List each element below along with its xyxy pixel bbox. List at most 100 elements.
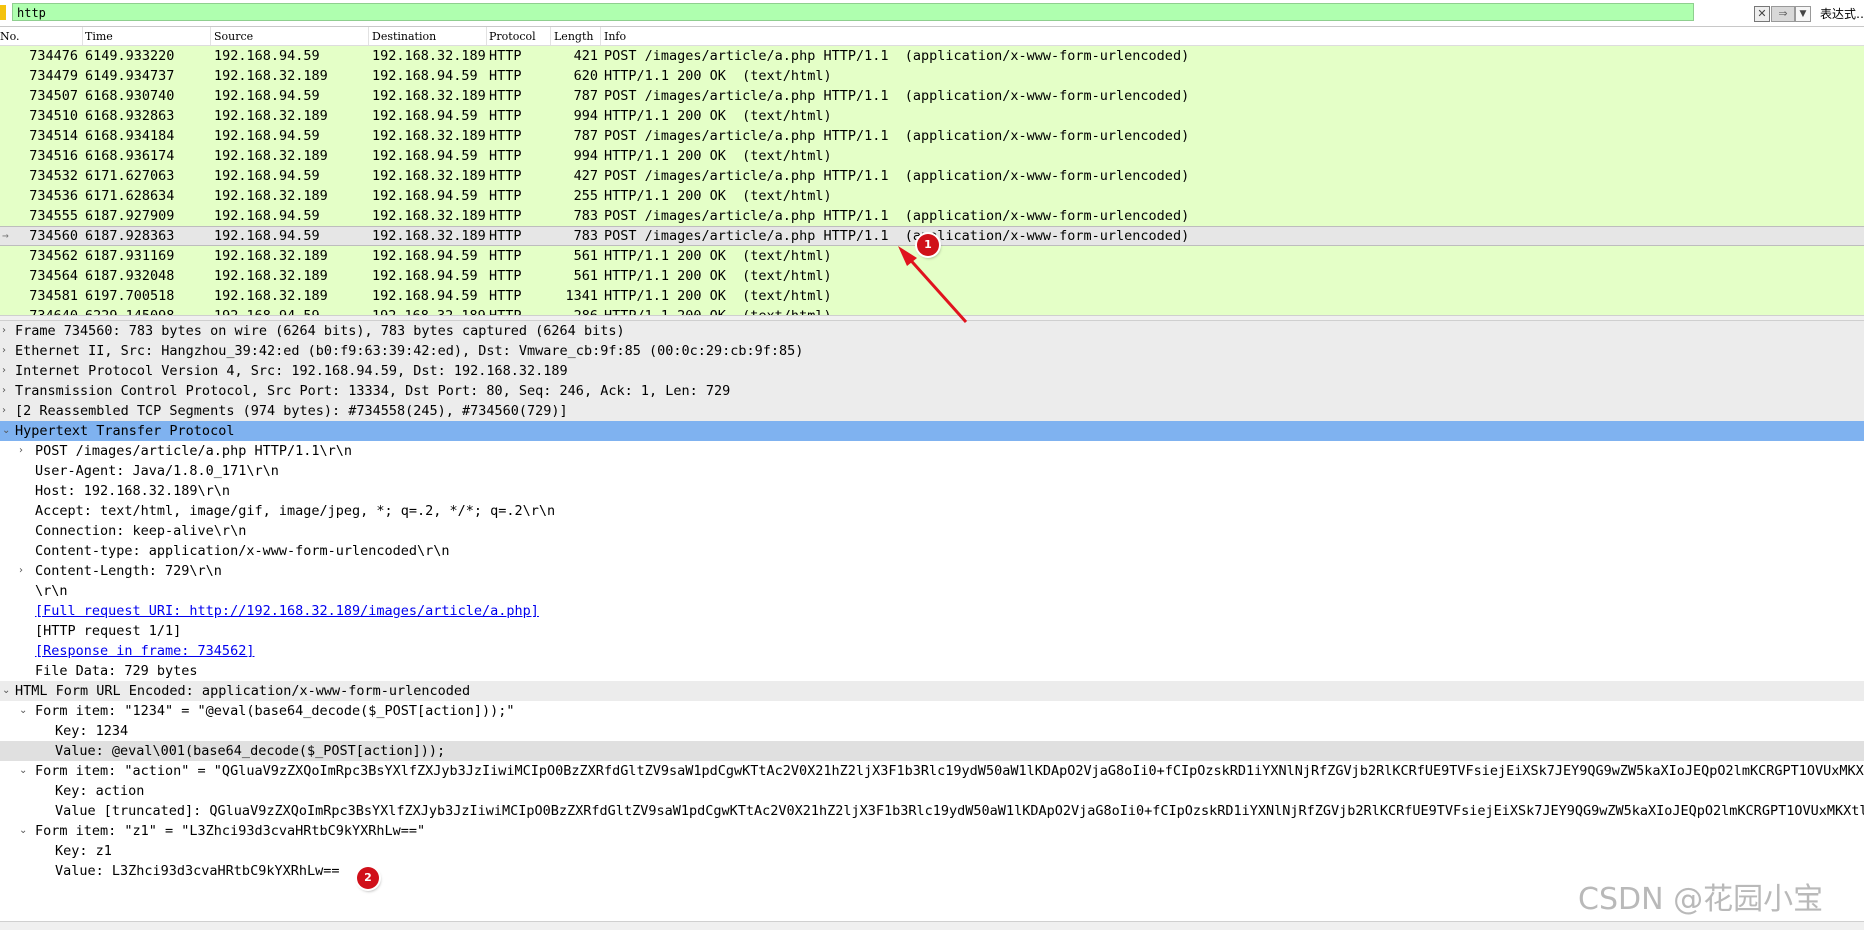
packet-length: 561 (573, 268, 598, 284)
tree-item-reassembled[interactable]: › [2 Reassembled TCP Segments (974 bytes… (0, 401, 1864, 421)
tree-item-ipv4[interactable]: › Internet Protocol Version 4, Src: 192.… (0, 361, 1864, 381)
tree-item-label: Key: action (55, 783, 145, 799)
full-request-uri-link[interactable]: [Full request URI: http://192.168.32.189… (35, 601, 539, 621)
packet-row[interactable]: 734516 6168.936174 192.168.32.189 192.16… (0, 146, 1864, 166)
tree-item-key-z1[interactable]: Key: z1 (0, 841, 1864, 861)
expand-arrow-icon[interactable]: › (19, 561, 23, 581)
clear-filter-icon[interactable]: ✕ (1754, 6, 1770, 22)
column-header-destination[interactable]: Destination (372, 30, 436, 43)
tree-item-request-line[interactable]: › POST /images/article/a.php HTTP/1.1\r\… (0, 441, 1864, 461)
packet-list[interactable]: No. Time Source Destination Protocol Len… (0, 27, 1864, 315)
packet-row[interactable]: 734581 6197.700518 192.168.32.189 192.16… (0, 286, 1864, 306)
tree-item-value-1234[interactable]: Value: @eval\001(base64_decode($_POST[ac… (0, 741, 1864, 761)
tree-item-form-action[interactable]: ⌄ Form item: "action" = "QGluaV9zZXQoImR… (0, 761, 1864, 781)
collapse-arrow-icon[interactable]: ⌄ (2, 681, 10, 701)
tree-item-value-action[interactable]: Value [truncated]: QGluaV9zZXQoImRpc3BsY… (0, 801, 1864, 821)
packet-info: HTTP/1.1 200 OK (text/html) (604, 108, 832, 124)
packet-row[interactable]: 734507 6168.930740 192.168.94.59 192.168… (0, 86, 1864, 106)
packet-details-tree[interactable]: › Frame 734560: 783 bytes on wire (6264 … (0, 321, 1864, 921)
packet-destination: 192.168.94.59 (372, 288, 478, 304)
packet-protocol: HTTP (489, 268, 522, 284)
tree-item-label: Value: L3Zhci93d3cvaHRtbC9kYXRhLw== (55, 863, 340, 879)
packet-time: 6171.628634 (85, 188, 175, 204)
expand-arrow-icon[interactable]: › (2, 401, 6, 421)
tree-item-label: Form item: "1234" = "@eval(base64_decode… (35, 703, 515, 719)
tree-item-accept[interactable]: Accept: text/html, image/gif, image/jpeg… (0, 501, 1864, 521)
packet-no: 734479 (29, 68, 78, 84)
tree-item-label: File Data: 729 bytes (35, 663, 198, 679)
packet-length: 787 (573, 128, 598, 144)
tree-item-content-type[interactable]: Content-type: application/x-www-form-url… (0, 541, 1864, 561)
tree-item-label: Internet Protocol Version 4, Src: 192.16… (15, 363, 568, 379)
packet-time: 6187.928363 (85, 228, 175, 244)
packet-protocol: HTTP (489, 188, 522, 204)
column-header-source[interactable]: Source (214, 30, 253, 43)
packet-row[interactable]: 734640 6229.145098 192.168.94.59 192.168… (0, 306, 1864, 315)
collapse-arrow-icon[interactable]: ⌄ (2, 421, 10, 441)
tree-item-response-frame[interactable]: [Response in frame: 734562] (0, 641, 1864, 661)
expand-arrow-icon[interactable]: › (2, 361, 6, 381)
display-filter-input[interactable]: http (12, 3, 1694, 21)
packet-row[interactable]: 734555 6187.927909 192.168.94.59 192.168… (0, 206, 1864, 226)
packet-row[interactable]: 734479 6149.934737 192.168.32.189 192.16… (0, 66, 1864, 86)
packet-no: 734510 (29, 108, 78, 124)
packet-row[interactable]: 734536 6171.628634 192.168.32.189 192.16… (0, 186, 1864, 206)
tree-item-user-agent[interactable]: User-Agent: Java/1.8.0_171\r\n (0, 461, 1864, 481)
tree-item-file-data[interactable]: File Data: 729 bytes (0, 661, 1864, 681)
tree-item-form-1234[interactable]: ⌄ Form item: "1234" = "@eval(base64_deco… (0, 701, 1864, 721)
packet-row[interactable]: 734532 6171.627063 192.168.94.59 192.168… (0, 166, 1864, 186)
expand-arrow-icon[interactable]: › (2, 381, 6, 401)
response-frame-link[interactable]: [Response in frame: 734562] (35, 641, 254, 661)
tree-item-connection[interactable]: Connection: keep-alive\r\n (0, 521, 1864, 541)
packet-row[interactable]: 734564 6187.932048 192.168.32.189 192.16… (0, 266, 1864, 286)
packet-row[interactable]: 734514 6168.934184 192.168.94.59 192.168… (0, 126, 1864, 146)
packet-protocol: HTTP (489, 88, 522, 104)
column-header-info[interactable]: Info (604, 30, 626, 43)
tree-item-ethernet[interactable]: › Ethernet II, Src: Hangzhou_39:42:ed (b… (0, 341, 1864, 361)
tree-item-form-z1[interactable]: ⌄ Form item: "z1" = "L3Zhci93d3cvaHRtbC9… (0, 821, 1864, 841)
tree-item-key-action[interactable]: Key: action (0, 781, 1864, 801)
expand-arrow-icon[interactable]: › (19, 441, 23, 461)
packet-source: 192.168.94.59 (214, 208, 320, 224)
tree-item-host[interactable]: Host: 192.168.32.189\r\n (0, 481, 1864, 501)
packet-row[interactable]: 734510 6168.932863 192.168.32.189 192.16… (0, 106, 1864, 126)
watermark: CSDN @花园小宝 (1578, 882, 1824, 917)
tree-item-label: Value [truncated]: QGluaV9zZXQoImRpc3BsY… (55, 803, 1864, 819)
collapse-arrow-icon[interactable]: ⌄ (19, 761, 27, 781)
tree-item-tcp[interactable]: › Transmission Control Protocol, Src Por… (0, 381, 1864, 401)
tree-item-label: Key: 1234 (55, 723, 129, 739)
tree-item-content-length[interactable]: › Content-Length: 729\r\n (0, 561, 1864, 581)
column-header-protocol[interactable]: Protocol (489, 30, 536, 43)
tree-item-frame[interactable]: › Frame 734560: 783 bytes on wire (6264 … (0, 321, 1864, 341)
packet-time: 6229.145098 (85, 306, 174, 315)
tree-item-label: HTML Form URL Encoded: application/x-www… (15, 683, 471, 699)
packet-info: HTTP/1.1 200 OK (text/html) (604, 248, 832, 264)
expression-button[interactable]: 表达式… (1820, 5, 1864, 22)
packet-destination: 192.168.94.59 (372, 68, 478, 84)
packet-info: HTTP/1.1 200 OK (text/html) (604, 188, 832, 204)
tree-item-request-count[interactable]: [HTTP request 1/1] (0, 621, 1864, 641)
packet-row[interactable]: 734476 6149.933220 192.168.94.59 192.168… (0, 46, 1864, 66)
tree-item-crlf[interactable]: \r\n (0, 581, 1864, 601)
tree-item-html-form[interactable]: ⌄ HTML Form URL Encoded: application/x-w… (0, 681, 1864, 701)
expand-arrow-icon[interactable]: › (2, 321, 6, 341)
packet-time: 6168.934184 (85, 128, 175, 144)
column-header-no[interactable]: No. (0, 30, 20, 43)
collapse-arrow-icon[interactable]: ⌄ (19, 821, 27, 841)
collapse-arrow-icon[interactable]: ⌄ (19, 701, 27, 721)
tree-item-http-selected[interactable]: ⌄ Hypertext Transfer Protocol (0, 421, 1864, 441)
expand-arrow-icon[interactable]: › (2, 341, 6, 361)
tree-item-full-uri[interactable]: [Full request URI: http://192.168.32.189… (0, 601, 1864, 621)
column-header-length[interactable]: Length (554, 30, 593, 43)
tree-item-label: Form item: "z1" = "L3Zhci93d3cvaHRtbC9kY… (35, 823, 426, 839)
apply-filter-icon[interactable]: ⇒ (1771, 6, 1795, 22)
bookmark-icon[interactable] (0, 5, 6, 20)
filter-history-dropdown-icon[interactable]: ▼ (1795, 6, 1811, 22)
column-header-time[interactable]: Time (85, 30, 113, 43)
packet-no: 734562 (29, 248, 78, 264)
tree-item-label: Content-type: application/x-www-form-url… (35, 543, 450, 559)
tree-item-key-1234[interactable]: Key: 1234 (0, 721, 1864, 741)
packet-protocol: HTTP (489, 48, 522, 64)
packet-source: 192.168.32.189 (214, 108, 328, 124)
packet-no: 734564 (29, 268, 78, 284)
